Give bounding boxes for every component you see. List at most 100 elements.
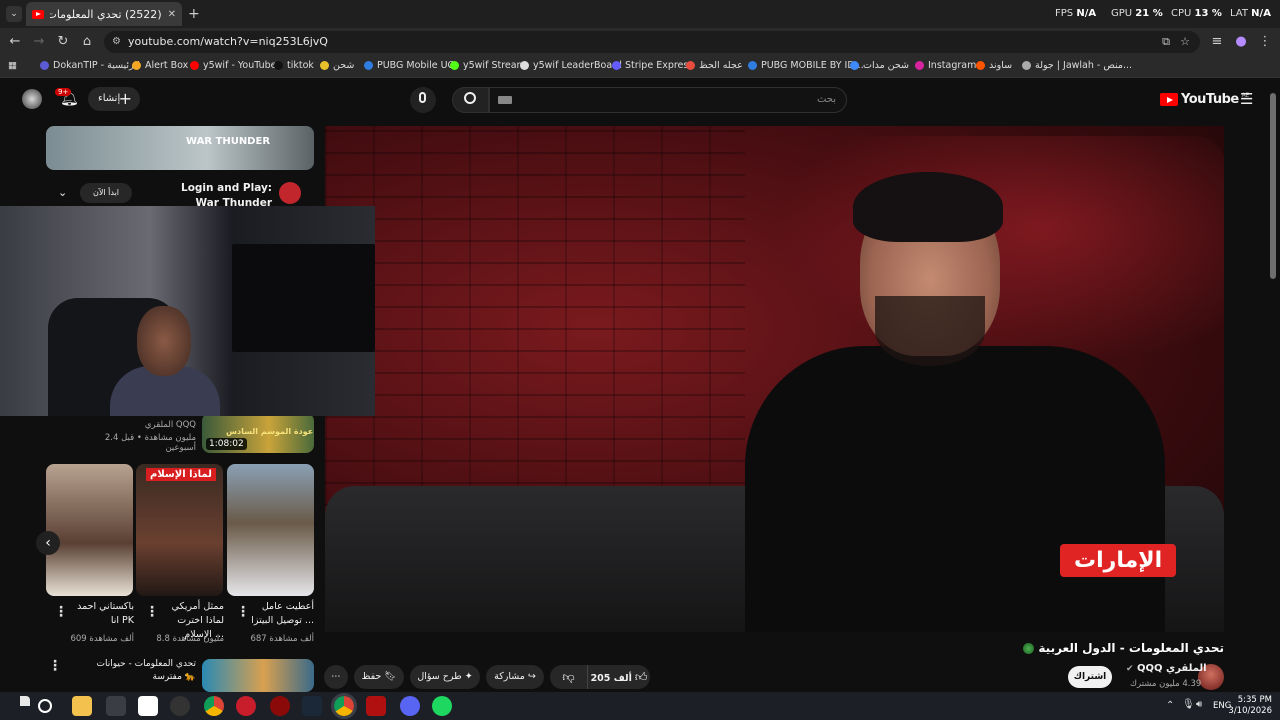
ad-expand-chevron-icon[interactable]: ⌄ [58, 186, 67, 199]
keyboard-icon[interactable] [498, 96, 512, 104]
voice-search-mic-icon[interactable] [410, 87, 436, 113]
bookmark-item[interactable]: y5wif LeaderBoard [520, 60, 622, 71]
short-thumbnail-3[interactable] [46, 464, 133, 596]
search-button[interactable] [452, 87, 489, 113]
bookmark-favicon-icon [40, 61, 49, 70]
system-clock[interactable]: 5:35 PM 3/10/2026 [1228, 695, 1272, 717]
media-control-icon[interactable]: ≡ [1208, 33, 1226, 51]
create-button[interactable]: إنشاء + [88, 87, 140, 111]
site-info-icon[interactable]: ⚙ [112, 31, 121, 53]
windows-taskbar: ⌃ 🎙︎ 🔊︎ ENG 5:35 PM 3/10/2026 [0, 692, 1280, 720]
bookmark-item[interactable]: DokanTIP - الرئيسية [40, 60, 140, 71]
file-explorer-icon[interactable] [72, 696, 92, 716]
bookmark-item[interactable]: Stripe Express [612, 60, 693, 71]
sidebar-video2-menu-icon[interactable]: ⋮ [48, 658, 62, 674]
bookmark-item[interactable]: Alert Box [132, 60, 188, 71]
roblox-app-icon[interactable] [138, 696, 158, 716]
bookmark-item[interactable]: PUBG MOBILE BY ID... [748, 60, 864, 71]
search-placeholder: بحث [816, 94, 836, 105]
taskbar-search-icon[interactable] [38, 699, 52, 713]
channel-name[interactable]: الملقري QQQ ✔ [1126, 663, 1207, 674]
bookmark-favicon-icon [190, 61, 199, 70]
back-icon[interactable]: ← [6, 33, 24, 51]
tray-volume-icon[interactable]: 🔊︎ [1196, 699, 1202, 710]
short-menu-icon-1[interactable]: ⋮ [236, 604, 250, 620]
sidebar-video-thumbnail[interactable]: عودة الموسم السادس 1:08:02 [202, 413, 314, 453]
video-player[interactable]: الإمارات [325, 126, 1224, 632]
discord-app-icon[interactable] [400, 696, 420, 716]
guide-menu-icon[interactable]: ☰ [1240, 90, 1253, 108]
green-app-icon[interactable] [432, 696, 452, 716]
share-button[interactable]: مشاركة ↪ [486, 665, 544, 689]
more-actions-button[interactable]: ⋯ [324, 665, 348, 689]
account-avatar[interactable] [22, 89, 42, 109]
red-app-icon[interactable] [366, 696, 386, 716]
ad-cta-button[interactable]: ابدأ الآن [80, 183, 132, 203]
chrome-app-icon[interactable] [204, 696, 224, 716]
ask-label: طرح سؤال [417, 671, 462, 682]
browser-tab-active[interactable]: (2522) تحدي المعلومات - الد ✕ [26, 2, 182, 26]
ask-button[interactable]: طرح سؤال ✦ [410, 665, 480, 689]
bookmark-favicon-icon [915, 61, 924, 70]
apps-grid-icon[interactable]: ▦ [8, 60, 17, 71]
browser-menu-icon[interactable]: ⋮ [1256, 33, 1274, 51]
home-icon[interactable]: ⌂ [78, 33, 96, 51]
valorant-app-icon[interactable] [236, 696, 256, 716]
tray-chevron-icon[interactable]: ⌃ [1166, 700, 1174, 711]
start-menu-icon[interactable] [10, 696, 30, 716]
short-menu-icon-3[interactable]: ⋮ [54, 604, 68, 620]
webcam-streamer-face [137, 306, 191, 376]
ad-card[interactable]: WAR THUNDER [46, 126, 314, 170]
like-count: 205 ألف [590, 673, 632, 684]
bookmark-item[interactable]: Instagram [915, 60, 976, 71]
bookmark-item[interactable]: جولة | Jawlah - منص... [1022, 60, 1132, 71]
create-label: إنشاء [98, 93, 121, 104]
reload-icon[interactable]: ↻ [54, 33, 72, 51]
share-arrow-icon: ↪ [527, 671, 536, 682]
short-title-3[interactable]: باكستاني احمد انا PK [70, 600, 134, 628]
new-tab-button[interactable]: + [188, 6, 200, 22]
bookmark-item[interactable]: شحن مدات [850, 60, 909, 71]
page-scrollbar[interactable] [1270, 93, 1276, 279]
sidebar-video2-thumbnail[interactable] [202, 659, 314, 692]
short-title-1[interactable]: أعطيت عامل توصيل البيتزا ... [250, 600, 314, 628]
tray-mic-icon[interactable]: 🎙︎ [1182, 699, 1195, 710]
bookmark-item[interactable]: عجله الحظ [686, 60, 743, 71]
sidebar-video2-title[interactable]: تحدي المعلومات - حيوانات مفترسة 🐆 [66, 658, 196, 684]
dislike-button[interactable]: 👎︎ [550, 665, 588, 689]
close-tab-icon[interactable]: ✕ [168, 9, 176, 20]
more-horizontal-icon: ⋯ [331, 671, 341, 682]
short-thumbnail-1[interactable] [227, 464, 314, 596]
bookmark-item[interactable]: شحن [320, 60, 354, 71]
sparkle-icon: ✦ [464, 671, 473, 682]
bookmark-item[interactable]: PUBG Mobile UC [364, 60, 454, 71]
bookmark-item[interactable]: ساوند [976, 60, 1012, 71]
search-input[interactable]: بحث [489, 87, 847, 113]
install-app-icon[interactable]: ⧉ [1162, 31, 1170, 53]
chrome-active-app-icon[interactable] [331, 693, 357, 719]
xbox-app-icon[interactable] [106, 696, 126, 716]
profile-icon[interactable]: ● [1232, 33, 1250, 51]
save-button[interactable]: حفظ 🔖︎ [354, 665, 404, 689]
recording-app-icon[interactable] [270, 696, 290, 716]
tab-list-button[interactable]: ⌄ [6, 6, 22, 22]
bookmark-item[interactable]: tiktok [274, 60, 314, 71]
short-menu-icon-2[interactable]: ⋮ [145, 604, 159, 620]
short-thumbnail-2[interactable]: لماذا الإسلام [136, 464, 223, 596]
bookmark-item[interactable]: y5wif - YouTube [190, 60, 277, 71]
youtube-logo[interactable]: YouTube AE [1160, 92, 1249, 107]
bookmark-label: PUBG MOBILE BY ID... [761, 60, 864, 71]
forward-icon[interactable]: → [30, 33, 48, 51]
address-bar[interactable]: ⚙ youtube.com/watch?v=niq253L6jvQ ⧉ ☆ [104, 31, 1200, 53]
sidebar-video-channel[interactable]: الملقري QQQ [120, 420, 196, 430]
bookmark-label: PUBG Mobile UC [377, 60, 455, 71]
steam-app-icon[interactable] [302, 696, 322, 716]
shorts-prev-arrow-icon[interactable]: ‹ [36, 531, 60, 555]
bookmark-star-icon[interactable]: ☆ [1180, 31, 1190, 53]
bookmark-item[interactable]: y5wif Stream [450, 60, 526, 71]
like-button[interactable]: 205 ألف 👍︎ [588, 665, 650, 689]
subscriber-count: 4.39 مليون مشترك [1130, 679, 1202, 689]
github-app-icon[interactable] [170, 696, 190, 716]
subscribe-button[interactable]: اشتراك [1068, 666, 1112, 688]
thumbs-up-icon: 👍︎ [634, 670, 648, 684]
